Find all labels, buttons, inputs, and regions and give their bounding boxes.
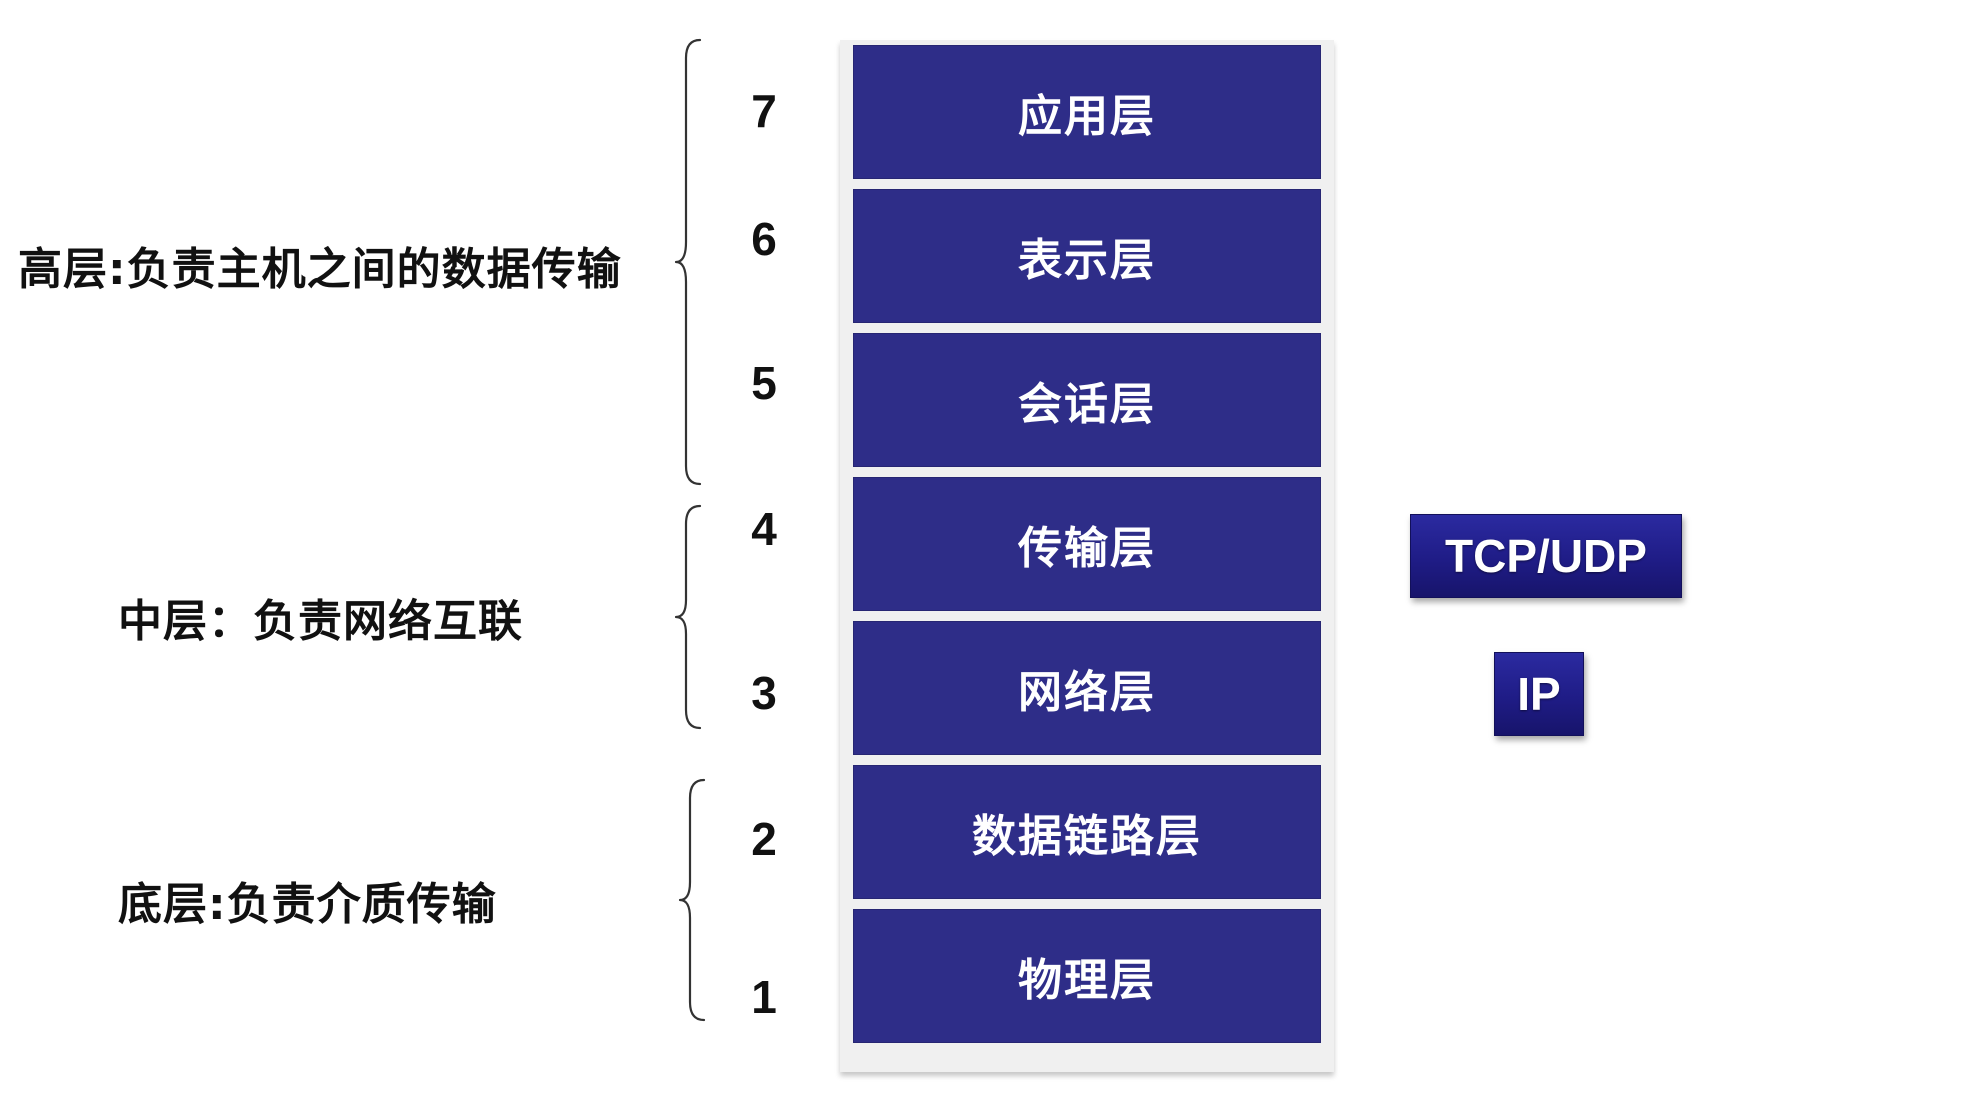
group-label-high-layers: 高层:负责主机之间的数据传输	[18, 244, 622, 295]
brace-middle-layers	[674, 504, 702, 730]
layer-number-6: 6	[751, 213, 777, 265]
layer-session: 会话层	[853, 333, 1321, 467]
brace-low-layers	[678, 778, 706, 1022]
group-label-middle-layers: 中层：负责网络互联	[118, 596, 523, 647]
layer-number-4: 4	[751, 503, 777, 555]
layer-stack: 应用层 表示层 会话层 传输层 网络层 数据链路层 物理层	[840, 40, 1334, 1072]
layer-transport: 传输层	[853, 477, 1321, 611]
brace-high-layers	[674, 38, 702, 486]
layer-number-7: 7	[751, 85, 777, 137]
group-label-low-layers: 底层:负责介质传输	[118, 879, 497, 930]
layer-data-link: 数据链路层	[853, 765, 1321, 899]
layer-presentation: 表示层	[853, 189, 1321, 323]
layer-physical: 物理层	[853, 909, 1321, 1043]
layer-number-2: 2	[751, 813, 777, 865]
layer-number-1: 1	[751, 971, 777, 1023]
layer-network: 网络层	[853, 621, 1321, 755]
layer-number-3: 3	[751, 667, 777, 719]
protocol-badge-tcp-udp: TCP/UDP	[1410, 514, 1682, 598]
layer-application: 应用层	[853, 45, 1321, 179]
layer-number-5: 5	[751, 357, 777, 409]
protocol-badge-ip: IP	[1494, 652, 1584, 736]
osi-model-diagram: 高层:负责主机之间的数据传输 中层：负责网络互联 底层:负责介质传输 7 6 5…	[0, 0, 1970, 1110]
